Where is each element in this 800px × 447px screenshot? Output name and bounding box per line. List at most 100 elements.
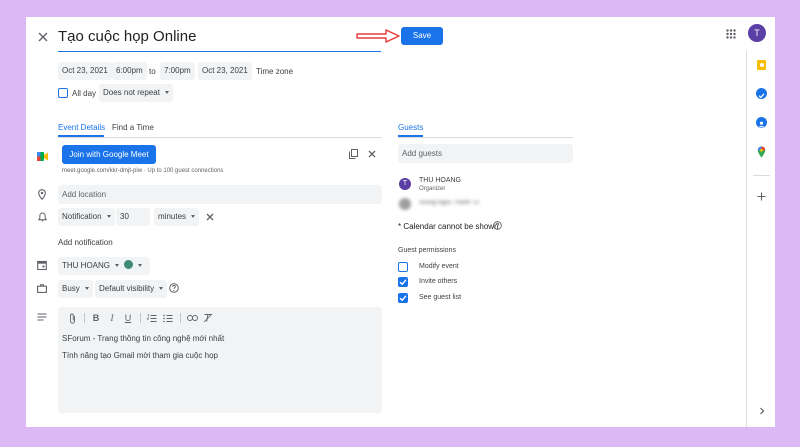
repeat-value: Does not repeat [103, 88, 160, 97]
color-swatch [124, 260, 133, 270]
chevron-down-icon [115, 264, 119, 268]
notification-type-dropdown[interactable]: Notification [58, 208, 115, 226]
description-line-2: Tính năng tạo Gmail mời tham gia cuộc họ… [62, 351, 218, 360]
description-editor[interactable]: B I U SForum - Trang thông tin công nghệ… [58, 307, 382, 413]
guest-avatar-blurred [399, 198, 411, 210]
modify-event-label: Modify event [419, 263, 459, 270]
all-day-label: All day [72, 89, 97, 98]
chevron-down-icon [138, 264, 142, 268]
availability-dropdown[interactable]: Busy [58, 280, 93, 298]
keep-icon[interactable] [757, 60, 766, 70]
organizer-initial: T [402, 180, 408, 187]
panel-divider [753, 175, 770, 176]
repeat-dropdown[interactable]: Does not repeat [99, 84, 173, 102]
availability-value: Busy [62, 284, 80, 293]
notification-amount-input[interactable]: 30 [116, 208, 150, 226]
modify-event-checkbox[interactable] [398, 262, 408, 272]
to-label: to [149, 67, 156, 76]
copy-icon[interactable] [347, 148, 359, 160]
notification-unit-dropdown[interactable]: minutes [154, 208, 200, 226]
calendar-owner-value: THU HOANG [62, 261, 110, 270]
apps-grid-icon[interactable] [724, 27, 738, 41]
location-placeholder: Add location [62, 190, 107, 199]
attachment-icon[interactable] [66, 312, 78, 324]
description-icon [36, 311, 48, 323]
formatting-toolbar: B I U [58, 307, 382, 329]
help-icon[interactable] [168, 282, 180, 294]
end-date-field[interactable]: Oct 23, 2021 [198, 62, 252, 80]
chevron-down-icon [106, 215, 111, 219]
see-guest-list-label: See guest list [419, 294, 462, 301]
italic-icon[interactable]: I [106, 312, 118, 324]
invite-others-checkbox[interactable] [398, 277, 408, 287]
visibility-dropdown[interactable]: Default visibility [95, 280, 168, 298]
toolbar-divider [84, 313, 85, 323]
event-color-dropdown[interactable] [120, 257, 150, 275]
avatar[interactable]: T [748, 24, 766, 42]
event-title-input[interactable]: Tạo cuộc họp Online [58, 26, 381, 52]
add-notification-button[interactable]: Add notification [58, 238, 113, 247]
remove-notification-icon[interactable] [204, 211, 216, 223]
link-icon[interactable] [186, 312, 198, 324]
google-meet-icon [37, 148, 48, 161]
guests-divider [398, 137, 573, 138]
organizer-avatar: T [399, 178, 411, 190]
chevron-down-icon [191, 215, 196, 219]
guest-name-blurred: Vuong Ngoc Thanh Tu [419, 200, 479, 206]
see-guest-list-checkbox[interactable] [398, 293, 408, 303]
tab-event-details[interactable]: Event Details [58, 123, 105, 132]
remove-meet-icon[interactable] [366, 148, 378, 160]
bulleted-list-icon[interactable] [162, 312, 174, 324]
calendar-event-editor: Tạo cuộc họp Online Save T Oct 23, 2021 … [26, 17, 775, 427]
calendar-note: * Calendar cannot be shown [398, 222, 499, 231]
briefcase-icon [36, 282, 48, 294]
description-line-1: SForum - Trang thông tin công nghệ mới n… [62, 334, 225, 343]
join-meet-button[interactable]: Join with Google Meet [62, 145, 156, 164]
tab-guests[interactable]: Guests [398, 123, 423, 132]
location-icon [36, 188, 48, 200]
chevron-down-icon [164, 91, 169, 95]
meet-link-info[interactable]: meet.google.com/kkr-dmjt-piw · Up to 100… [62, 168, 223, 174]
numbered-list-icon[interactable] [146, 312, 158, 324]
location-input[interactable]: Add location [58, 185, 382, 204]
start-time-field[interactable]: 6:00pm [112, 62, 147, 80]
chevron-right-icon[interactable] [756, 405, 767, 416]
annotation-arrow [356, 29, 401, 43]
notification-type-value: Notification [62, 212, 102, 221]
add-addon-icon[interactable] [756, 191, 767, 202]
visibility-value: Default visibility [99, 284, 155, 293]
close-icon[interactable] [36, 30, 50, 44]
chevron-down-icon [84, 287, 89, 291]
avatar-letter: T [754, 28, 760, 38]
invite-others-label: Invite others [419, 278, 458, 285]
bold-icon[interactable]: B [90, 312, 102, 324]
clear-formatting-icon[interactable] [202, 312, 214, 324]
organizer-name: THU HOANG [419, 177, 461, 184]
underline-icon[interactable]: U [122, 312, 134, 324]
end-time-field[interactable]: 7:00pm [160, 62, 195, 80]
notification-unit-value: minutes [158, 212, 187, 221]
help-icon[interactable] [492, 220, 503, 231]
notification-amount-value: 30 [120, 212, 129, 221]
start-date-field[interactable]: Oct 23, 2021 [58, 62, 112, 80]
tab-find-time[interactable]: Find a Time [112, 123, 154, 132]
toolbar-divider [140, 313, 141, 323]
maps-icon[interactable] [757, 145, 766, 158]
chevron-down-icon [159, 287, 164, 291]
tabs-divider [58, 137, 382, 138]
save-button[interactable]: Save [401, 27, 443, 45]
bell-icon [36, 211, 48, 223]
guest-permissions-title: Guest permissions [398, 247, 456, 254]
all-day-checkbox[interactable] [58, 88, 68, 98]
event-title-text: Tạo cuộc họp Online [58, 28, 197, 45]
add-guests-input[interactable]: Add guests [398, 144, 573, 163]
add-guests-placeholder: Add guests [402, 149, 443, 158]
tasks-icon[interactable] [756, 88, 767, 99]
toolbar-divider [180, 313, 181, 323]
calendar-icon [36, 259, 48, 271]
organizer-role: Organizer [419, 186, 446, 192]
calendar-owner-dropdown[interactable]: THU HOANG [58, 257, 123, 275]
contacts-icon[interactable] [756, 117, 767, 128]
timezone-button[interactable]: Time zone [256, 67, 293, 76]
side-panel [746, 51, 775, 427]
